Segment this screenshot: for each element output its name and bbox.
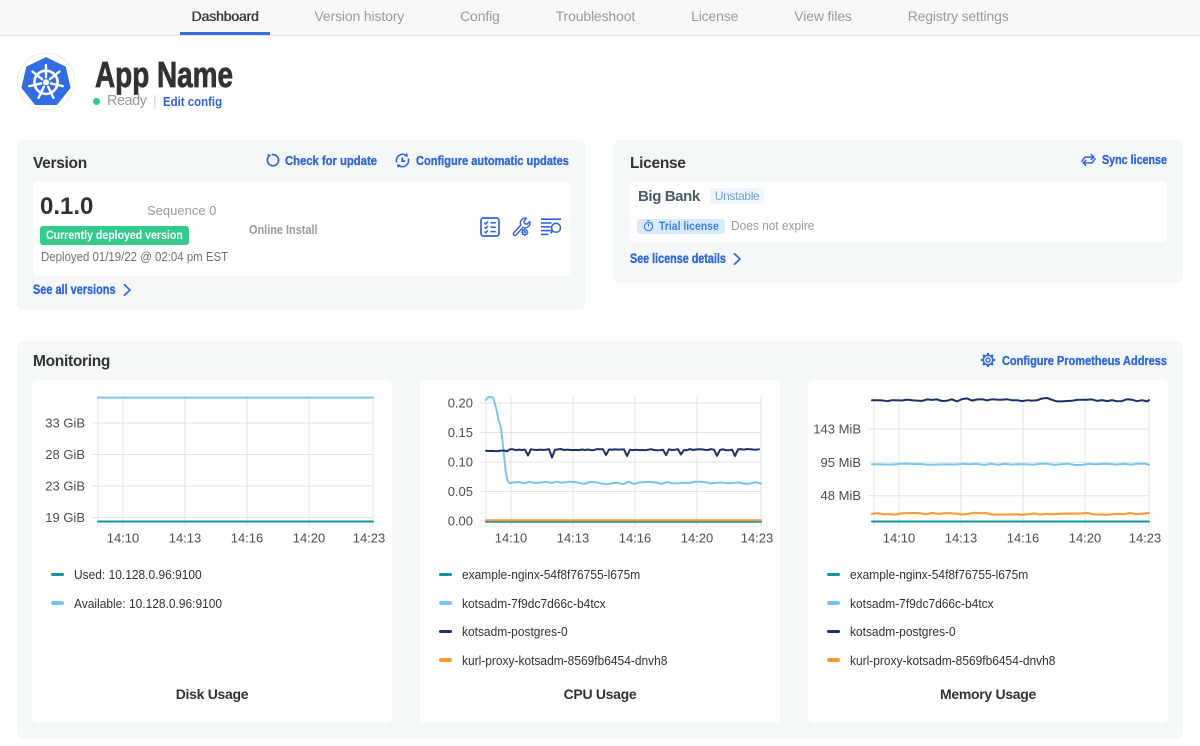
svg-text:14:16: 14:16 xyxy=(231,531,264,546)
svg-text:14:23: 14:23 xyxy=(1129,531,1162,546)
svg-text:95 MiB: 95 MiB xyxy=(821,455,861,470)
svg-text:14:10: 14:10 xyxy=(495,531,528,546)
svg-text:14:16: 14:16 xyxy=(1007,531,1040,546)
svg-text:14:20: 14:20 xyxy=(681,531,714,546)
svg-text:0.20: 0.20 xyxy=(448,396,473,411)
svg-text:0.00: 0.00 xyxy=(448,514,473,529)
svg-text:0.05: 0.05 xyxy=(448,484,473,499)
svg-text:28 GiB: 28 GiB xyxy=(45,447,85,462)
svg-text:14:13: 14:13 xyxy=(557,531,590,546)
svg-text:48 MiB: 48 MiB xyxy=(821,488,861,503)
svg-text:14:10: 14:10 xyxy=(107,531,140,546)
svg-text:23 GiB: 23 GiB xyxy=(45,479,85,494)
svg-text:14:13: 14:13 xyxy=(945,531,978,546)
svg-text:33 GiB: 33 GiB xyxy=(45,416,85,431)
svg-text:14:20: 14:20 xyxy=(293,531,326,546)
svg-text:19 GiB: 19 GiB xyxy=(45,510,85,525)
svg-text:143 MiB: 143 MiB xyxy=(813,422,861,437)
svg-text:0.15: 0.15 xyxy=(448,425,473,440)
svg-text:14:23: 14:23 xyxy=(353,531,386,546)
svg-text:14:23: 14:23 xyxy=(741,531,774,546)
svg-text:14:20: 14:20 xyxy=(1069,531,1102,546)
svg-text:0.10: 0.10 xyxy=(448,455,473,470)
svg-text:14:13: 14:13 xyxy=(169,531,202,546)
svg-text:14:10: 14:10 xyxy=(883,531,916,546)
svg-text:14:16: 14:16 xyxy=(619,531,652,546)
